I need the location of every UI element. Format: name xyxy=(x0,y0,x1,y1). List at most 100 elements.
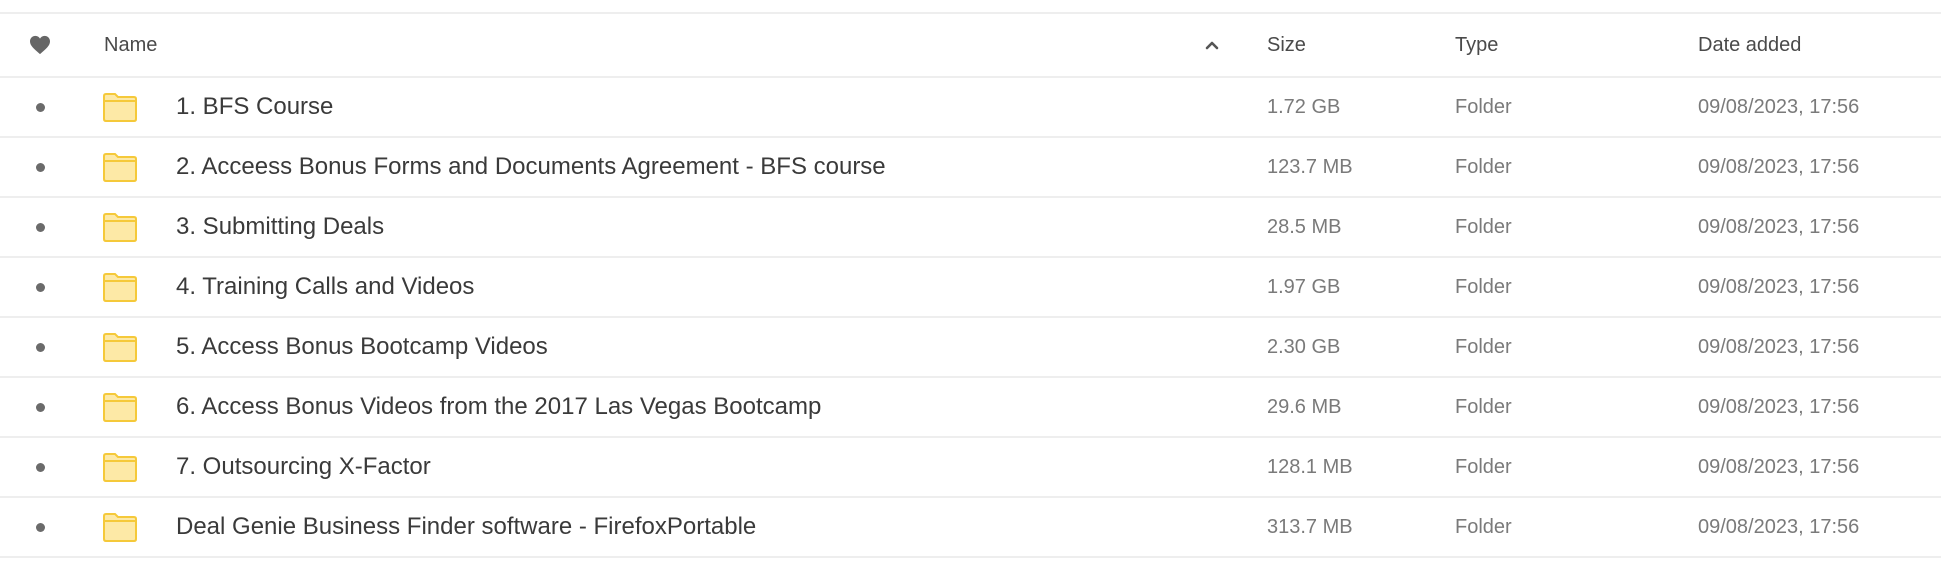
file-size-cell: 128.1 MB xyxy=(1267,438,1353,496)
date-added-cell: 09/08/2023, 17:56 xyxy=(1698,78,1859,136)
table-row[interactable]: 5. Access Bonus Bootcamp Videos 2.30 GB … xyxy=(0,318,1941,378)
file-type-cell: Folder xyxy=(1455,258,1512,316)
folder-icon-cell xyxy=(102,498,142,556)
file-size: 2.30 GB xyxy=(1267,335,1341,358)
table-row[interactable]: 7. Outsourcing X-Factor 128.1 MB Folder … xyxy=(0,438,1941,498)
date-added: 09/08/2023, 17:56 xyxy=(1698,395,1860,418)
table-row[interactable]: Deal Genie Business Finder software - Fi… xyxy=(0,498,1941,558)
favorite-toggle[interactable] xyxy=(26,138,54,196)
name-column-header[interactable]: Name xyxy=(104,14,157,76)
file-size-cell: 1.97 GB xyxy=(1267,258,1340,316)
date-added: 09/08/2023, 17:56 xyxy=(1698,335,1860,358)
favorite-toggle[interactable] xyxy=(26,78,54,136)
bullet-icon xyxy=(35,222,45,232)
date-added: 09/08/2023, 17:56 xyxy=(1698,515,1860,538)
table-body: 1. BFS Course 1.72 GB Folder 09/08/2023,… xyxy=(0,78,1941,558)
file-type: Folder xyxy=(1455,275,1512,298)
folder-icon xyxy=(102,212,138,242)
file-type-cell: Folder xyxy=(1455,378,1512,436)
file-list-table: Name Size Type Date added 1. BFS Course … xyxy=(0,12,1941,558)
size-column-header[interactable]: Size xyxy=(1267,14,1306,76)
folder-icon-cell xyxy=(102,198,142,256)
file-size: 1.72 GB xyxy=(1267,95,1341,118)
favorite-toggle[interactable] xyxy=(26,378,54,436)
folder-icon-cell xyxy=(102,258,142,316)
table-row[interactable]: 1. BFS Course 1.72 GB Folder 09/08/2023,… xyxy=(0,78,1941,138)
file-size: 28.5 MB xyxy=(1267,215,1342,238)
folder-icon xyxy=(102,332,138,362)
favorite-toggle[interactable] xyxy=(26,318,54,376)
file-size-cell: 1.72 GB xyxy=(1267,78,1340,136)
file-type: Folder xyxy=(1455,395,1512,418)
file-name-cell[interactable]: 3. Submitting Deals xyxy=(176,198,384,256)
folder-icon-cell xyxy=(102,318,142,376)
file-name[interactable]: 7. Outsourcing X-Factor xyxy=(176,453,431,481)
file-type-cell: Folder xyxy=(1455,198,1512,256)
file-size-cell: 313.7 MB xyxy=(1267,498,1353,556)
file-name-cell[interactable]: 2. Acceess Bonus Forms and Documents Agr… xyxy=(176,138,886,196)
file-size: 128.1 MB xyxy=(1267,455,1353,478)
favorite-toggle[interactable] xyxy=(26,498,54,556)
file-name[interactable]: 2. Acceess Bonus Forms and Documents Agr… xyxy=(176,153,886,181)
bullet-icon xyxy=(35,462,45,472)
date-added-cell: 09/08/2023, 17:56 xyxy=(1698,198,1859,256)
date-added-cell: 09/08/2023, 17:56 xyxy=(1698,498,1859,556)
bullet-icon xyxy=(35,102,45,112)
file-type: Folder xyxy=(1455,515,1512,538)
folder-icon xyxy=(102,512,138,542)
file-name-cell[interactable]: 6. Access Bonus Videos from the 2017 Las… xyxy=(176,378,821,436)
table-row[interactable]: 2. Acceess Bonus Forms and Documents Agr… xyxy=(0,138,1941,198)
date-added-cell: 09/08/2023, 17:56 xyxy=(1698,258,1859,316)
file-name-cell[interactable]: 5. Access Bonus Bootcamp Videos xyxy=(176,318,548,376)
folder-icon-cell xyxy=(102,138,142,196)
file-size-cell: 29.6 MB xyxy=(1267,378,1341,436)
date-added: 09/08/2023, 17:56 xyxy=(1698,95,1860,118)
file-size-cell: 2.30 GB xyxy=(1267,318,1340,376)
sort-toggle[interactable] xyxy=(1200,14,1224,76)
bullet-icon xyxy=(35,342,45,352)
favorite-toggle[interactable] xyxy=(26,438,54,496)
file-name-cell[interactable]: 1. BFS Course xyxy=(176,78,333,136)
date-added-cell: 09/08/2023, 17:56 xyxy=(1698,438,1859,496)
folder-icon-cell xyxy=(102,438,142,496)
favorite-toggle[interactable] xyxy=(26,198,54,256)
heart-icon xyxy=(29,35,51,55)
favorite-column-header[interactable] xyxy=(26,14,54,76)
size-header-label: Size xyxy=(1267,33,1306,56)
file-name[interactable]: 4. Training Calls and Videos xyxy=(176,273,474,301)
folder-icon xyxy=(102,452,138,482)
file-type-cell: Folder xyxy=(1455,498,1512,556)
file-size-cell: 28.5 MB xyxy=(1267,198,1341,256)
file-name[interactable]: 1. BFS Course xyxy=(176,93,333,121)
table-row[interactable]: 4. Training Calls and Videos 1.97 GB Fol… xyxy=(0,258,1941,318)
date-added: 09/08/2023, 17:56 xyxy=(1698,455,1860,478)
file-type: Folder xyxy=(1455,155,1512,178)
file-type: Folder xyxy=(1455,335,1512,358)
table-row[interactable]: 3. Submitting Deals 28.5 MB Folder 09/08… xyxy=(0,198,1941,258)
folder-icon xyxy=(102,392,138,422)
file-name[interactable]: Deal Genie Business Finder software - Fi… xyxy=(176,513,756,541)
file-name-cell[interactable]: 7. Outsourcing X-Factor xyxy=(176,438,431,496)
file-name[interactable]: 3. Submitting Deals xyxy=(176,213,384,241)
file-size: 29.6 MB xyxy=(1267,395,1342,418)
file-name-cell[interactable]: 4. Training Calls and Videos xyxy=(176,258,474,316)
date-added-column-header[interactable]: Date added xyxy=(1698,14,1801,76)
file-name[interactable]: 6. Access Bonus Videos from the 2017 Las… xyxy=(176,393,821,421)
file-type: Folder xyxy=(1455,95,1512,118)
file-size-cell: 123.7 MB xyxy=(1267,138,1353,196)
bullet-icon xyxy=(35,162,45,172)
file-name-cell[interactable]: Deal Genie Business Finder software - Fi… xyxy=(176,498,756,556)
date-added-header-label: Date added xyxy=(1698,33,1802,56)
type-column-header[interactable]: Type xyxy=(1455,14,1498,76)
table-header: Name Size Type Date added xyxy=(0,14,1941,78)
folder-icon-cell xyxy=(102,78,142,136)
bullet-icon xyxy=(35,522,45,532)
bullet-icon xyxy=(35,282,45,292)
table-row[interactable]: 6. Access Bonus Videos from the 2017 Las… xyxy=(0,378,1941,438)
file-type-cell: Folder xyxy=(1455,438,1512,496)
file-type-cell: Folder xyxy=(1455,138,1512,196)
file-type-cell: Folder xyxy=(1455,318,1512,376)
date-added-cell: 09/08/2023, 17:56 xyxy=(1698,318,1859,376)
favorite-toggle[interactable] xyxy=(26,258,54,316)
file-name[interactable]: 5. Access Bonus Bootcamp Videos xyxy=(176,333,548,361)
